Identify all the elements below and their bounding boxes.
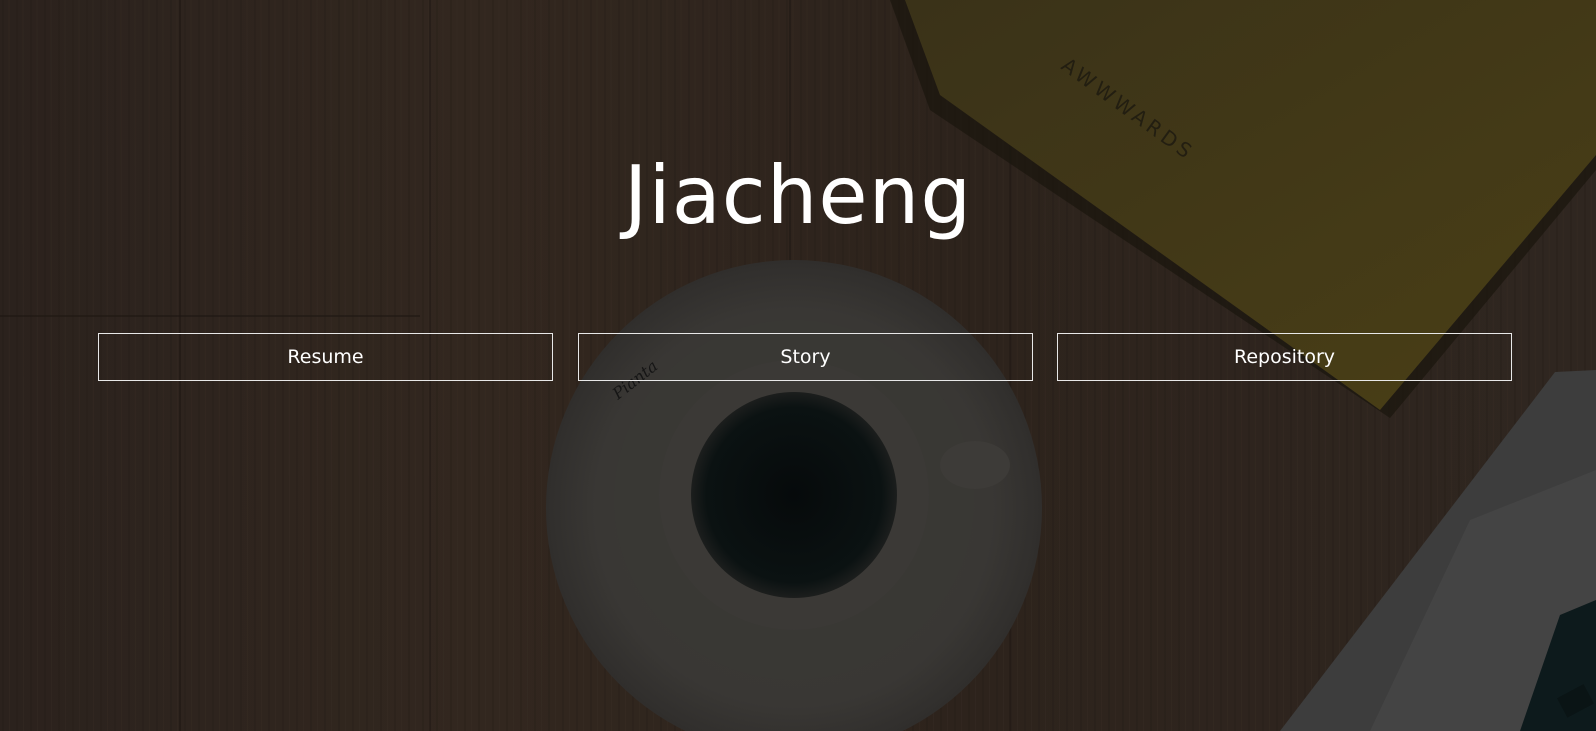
resume-button[interactable]: Resume <box>98 333 553 381</box>
main-navigation: Resume Story Repository <box>98 333 1514 383</box>
repository-button[interactable]: Repository <box>1057 333 1512 381</box>
site-title: Jiacheng <box>623 149 973 242</box>
story-button[interactable]: Story <box>578 333 1033 381</box>
hero-section: AWWWARDS Pianta Jiacheng Resume Story Re… <box>0 0 1596 731</box>
